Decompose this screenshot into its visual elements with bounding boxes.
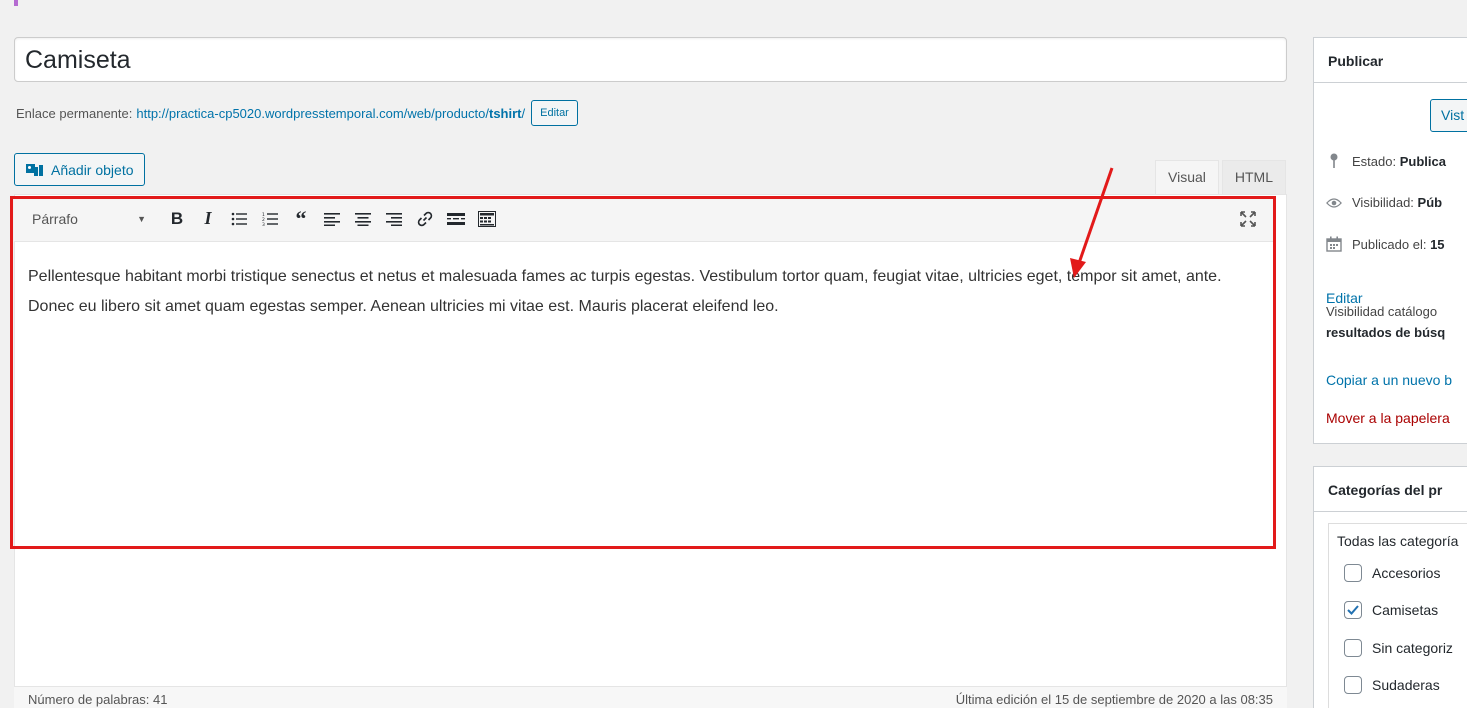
top-accent-bar <box>14 0 18 6</box>
preview-button[interactable]: Vist <box>1430 99 1467 132</box>
permalink-slug: tshirt <box>488 105 522 121</box>
copy-draft-link[interactable]: Copiar a un nuevo b <box>1326 372 1452 388</box>
tab-visual[interactable]: Visual <box>1155 160 1219 194</box>
visibility-label: Visibilidad: <box>1352 195 1414 210</box>
word-count: Número de palabras: 41 <box>28 692 168 707</box>
permalink-link[interactable]: http://practica-cp5020.wordpresstemporal… <box>136 106 525 121</box>
permalink-base: http://practica-cp5020.wordpresstemporal… <box>136 105 489 121</box>
editor-content[interactable]: Pellentesque habitant morbi tristique se… <box>28 262 1268 322</box>
align-right-icon[interactable] <box>381 206 407 232</box>
format-select-value: Párrafo <box>32 210 78 227</box>
category-item-accesorios[interactable]: Accesorios <box>1344 564 1440 582</box>
published-value: 15 <box>1430 236 1445 252</box>
published-row: Publicado el: 15 <box>1326 236 1445 252</box>
media-icon <box>25 162 45 178</box>
category-checkbox[interactable] <box>1344 564 1362 582</box>
visibility-value: Púb <box>1417 195 1443 210</box>
numbered-list-icon[interactable]: 123 <box>257 206 283 232</box>
permalink-row: Enlace permanente: http://practica-cp502… <box>16 100 578 126</box>
format-select[interactable]: Párrafo ▼ <box>32 211 164 227</box>
visibility-row: Visibilidad: Púb <box>1326 195 1442 210</box>
blockquote-icon[interactable]: “ <box>288 206 314 232</box>
category-checkbox[interactable] <box>1344 601 1362 619</box>
catalog-visibility-line1: Visibilidad catálogo <box>1326 304 1438 319</box>
permalink-label: Enlace permanente: <box>16 105 133 121</box>
tab-html[interactable]: HTML <box>1221 160 1287 194</box>
category-label: Sudaderas <box>1372 677 1440 693</box>
catalog-visibility-line2: resultados de búsq <box>1326 325 1446 340</box>
category-checkbox[interactable] <box>1344 676 1362 694</box>
pin-icon <box>1326 153 1342 169</box>
tab-all-categories[interactable]: Todas las categoría <box>1337 533 1458 549</box>
checkmark-icon <box>1347 605 1359 615</box>
last-edit-info: Última edición el 15 de septiembre de 20… <box>955 692 1273 707</box>
post-title-input[interactable]: Camiseta <box>14 37 1287 82</box>
add-media-button[interactable]: Añadir objeto <box>14 153 145 186</box>
categories-panel-title[interactable]: Categorías del pr <box>1314 467 1467 512</box>
bullet-list-icon[interactable] <box>226 206 252 232</box>
category-item-camisetas[interactable]: Camisetas <box>1344 601 1438 619</box>
category-item-sin-categorizar[interactable]: Sin categoriz <box>1344 639 1453 657</box>
editor-toolbar: Párrafo ▼ B I 123 “ <box>14 196 1274 242</box>
eye-icon <box>1326 197 1342 209</box>
bold-icon[interactable]: B <box>164 206 190 232</box>
fullscreen-icon[interactable] <box>1235 206 1261 232</box>
status-label: Estado: <box>1352 153 1397 169</box>
editor-tabs: Visual HTML <box>1152 160 1287 194</box>
publish-panel-title[interactable]: Publicar <box>1314 38 1467 83</box>
category-item-sudaderas[interactable]: Sudaderas <box>1344 676 1440 694</box>
category-label: Sin categoriz <box>1372 640 1453 656</box>
permalink-edit-button[interactable]: Editar <box>531 100 578 126</box>
category-label: Camisetas <box>1372 602 1439 618</box>
align-left-icon[interactable] <box>319 206 345 232</box>
published-label: Publicado el: <box>1352 236 1427 252</box>
category-checkbox[interactable] <box>1344 639 1362 657</box>
editor-status-bar: Número de palabras: 41 Última edición el… <box>14 686 1287 708</box>
italic-icon[interactable]: I <box>195 206 221 232</box>
svg-text:3: 3 <box>262 222 265 226</box>
toolbar-toggle-icon[interactable] <box>474 206 500 232</box>
align-center-icon[interactable] <box>350 206 376 232</box>
read-more-icon[interactable] <box>443 206 469 232</box>
permalink-slug-end: / <box>521 105 526 121</box>
calendar-icon <box>1326 236 1342 252</box>
category-label: Accesorios <box>1372 565 1441 581</box>
add-media-label: Añadir objeto <box>51 161 134 178</box>
trash-link[interactable]: Mover a la papelera <box>1326 410 1450 426</box>
link-icon[interactable] <box>412 206 438 232</box>
status-value: Publica <box>1399 153 1446 169</box>
publish-panel: Publicar Vist Estado: Publica Visibilida… <box>1313 37 1467 444</box>
categories-panel: Categorías del pr Todas las categoría Ac… <box>1313 466 1467 708</box>
status-row: Estado: Publica <box>1326 153 1446 169</box>
chevron-down-icon: ▼ <box>137 213 146 224</box>
